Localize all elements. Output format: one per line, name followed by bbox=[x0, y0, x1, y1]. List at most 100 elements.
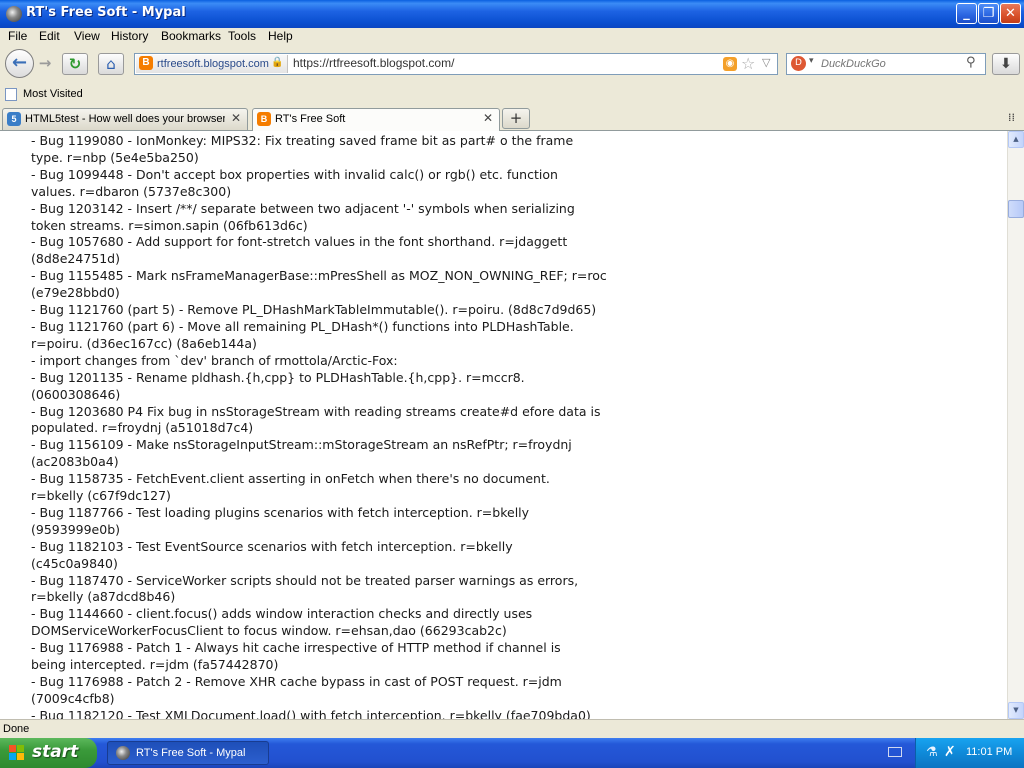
changelog-line: - Bug 1203680 P4 Fix bug in nsStorageStr… bbox=[31, 403, 601, 419]
url-bar[interactable]: Brtfreesoft.blogspot.com 🔒 https://rtfre… bbox=[134, 53, 778, 75]
close-button[interactable]: ✕ bbox=[1000, 3, 1021, 24]
changelog-line: - Bug 1158735 - FetchEvent.client assert… bbox=[31, 471, 550, 487]
changelog-line: being intercepted. r=jdm (fa57442870) bbox=[31, 657, 279, 673]
changelog-line: - Bug 1176988 - Patch 1 - Always hit cac… bbox=[31, 640, 561, 656]
changelog-line: - Bug 1121760 (part 5) - Remove PL_DHash… bbox=[31, 302, 597, 318]
close-tab-icon[interactable]: ✕ bbox=[483, 111, 493, 125]
tab-strip: 5 HTML5test - How well does your browser… bbox=[0, 106, 1024, 131]
changelog-line: (ac2083b0a4) bbox=[31, 454, 119, 470]
changelog-line: values. r=dbaron (5737e8c300) bbox=[31, 183, 232, 199]
changelog-line: populated. r=froydnj (a51018d7c4) bbox=[31, 420, 254, 436]
changelog-line: - Bug 1187470 - ServiceWorker scripts sh… bbox=[31, 572, 579, 588]
html5-icon: 5 bbox=[7, 112, 21, 126]
bookmark-star-icon[interactable]: ☆ bbox=[741, 54, 755, 73]
menu-edit[interactable]: Edit bbox=[39, 29, 60, 43]
search-go-icon[interactable]: ⚲ bbox=[966, 55, 976, 70]
changelog-line: token streams. r=simon.sapin (06fb613d6c… bbox=[31, 217, 308, 233]
system-tray: ⚗ ✗ 11:01 PM bbox=[915, 738, 1024, 768]
back-button[interactable]: ← bbox=[5, 49, 34, 78]
lock-icon: 🔒 bbox=[271, 57, 284, 68]
menu-file[interactable]: File bbox=[8, 29, 27, 43]
changelog-line: - Bug 1187766 - Test loading plugins sce… bbox=[31, 504, 530, 520]
changelog-line: - Bug 1199080 - IonMonkey: MIPS32: Fix t… bbox=[31, 133, 574, 148]
changelog-line: type. r=nbp (5e4e5ba250) bbox=[31, 149, 199, 165]
tab-label: RT's Free Soft bbox=[275, 113, 346, 125]
bookmarks-toolbar: Most Visited bbox=[0, 84, 1024, 107]
bookmark-most-visited[interactable]: Most Visited bbox=[23, 88, 83, 100]
tab-rts-free-soft[interactable]: B RT's Free Soft ✕ bbox=[252, 108, 500, 131]
changelog-line: - Bug 1182120 - Test XMLDocument.load() … bbox=[31, 707, 591, 719]
search-engine-dropdown-icon[interactable]: ▾ bbox=[809, 56, 814, 66]
home-button[interactable]: ⌂ bbox=[98, 53, 124, 75]
site-identity-label: rtfreesoft.blogspot.com bbox=[157, 58, 269, 70]
new-tab-button[interactable]: + bbox=[502, 108, 530, 129]
changelog-line: (c45c0a9840) bbox=[31, 555, 118, 571]
changelog-line: - Bug 1155485 - Mark nsFrameManagerBase:… bbox=[31, 268, 607, 284]
tab-html5test[interactable]: 5 HTML5test - How well does your browser… bbox=[2, 108, 248, 130]
changelog-line: - Bug 1182103 - Test EventSource scenari… bbox=[31, 538, 513, 554]
site-identity-button[interactable]: Brtfreesoft.blogspot.com bbox=[136, 55, 288, 73]
downloads-button[interactable]: ⬇ bbox=[992, 53, 1020, 75]
changelog-line: (0600308646) bbox=[31, 386, 121, 402]
title-bar: RT's Free Soft - Mypal _ ❐ ✕ bbox=[0, 0, 1024, 28]
keyboard-icon[interactable] bbox=[888, 747, 902, 757]
changelog-line: - Bug 1099448 - Don't accept box propert… bbox=[31, 166, 558, 182]
security-icon[interactable]: ✗ bbox=[944, 745, 958, 760]
navigation-toolbar: ← → ↻ ⌂ Brtfreesoft.blogspot.com 🔒 https… bbox=[0, 46, 1024, 84]
changelog-line: (9593999e0b) bbox=[31, 521, 121, 537]
clock: 11:01 PM bbox=[966, 746, 1013, 758]
changelog-line: (e79e28bbd0) bbox=[31, 285, 120, 301]
changelog-line: r=bkelly (a87dcd8b46) bbox=[31, 589, 176, 605]
window-title: RT's Free Soft - Mypal bbox=[26, 5, 186, 20]
bookmark-folder-icon bbox=[5, 88, 17, 101]
forward-button[interactable]: → bbox=[34, 53, 56, 75]
menu-view[interactable]: View bbox=[74, 29, 100, 43]
changelog-line: DOMServiceWorkerFocusClient to focus win… bbox=[31, 623, 507, 639]
menu-bookmarks[interactable]: Bookmarks bbox=[161, 29, 221, 43]
changelog-line: - import changes from `dev' branch of rm… bbox=[31, 352, 398, 368]
close-tab-icon[interactable]: ✕ bbox=[231, 111, 241, 125]
tab-list-icon[interactable]: ⁞⁞ bbox=[1008, 111, 1015, 124]
mypal-icon bbox=[6, 6, 22, 22]
network-icon[interactable]: ⚗ bbox=[926, 746, 940, 760]
changelog-line: - Bug 1156109 - Make nsStorageInputStrea… bbox=[31, 437, 572, 453]
taskbar-item-label: RT's Free Soft - Mypal bbox=[136, 747, 246, 759]
taskbar-item-mypal[interactable]: RT's Free Soft - Mypal bbox=[107, 741, 269, 765]
menu-tools[interactable]: Tools bbox=[228, 29, 256, 43]
vertical-scrollbar[interactable]: ▲ ▼ bbox=[1007, 131, 1024, 719]
taskbar: start RT's Free Soft - Mypal ⚗ ✗ 11:01 P… bbox=[0, 738, 1024, 768]
search-bar[interactable]: D ▾ ⚲ bbox=[786, 53, 986, 75]
status-text: Done bbox=[3, 723, 30, 735]
rss-feed-icon[interactable]: ◉ bbox=[723, 57, 737, 71]
changelog-line: - Bug 1176988 - Patch 2 - Remove XHR cac… bbox=[31, 674, 562, 689]
maximize-button[interactable]: ❐ bbox=[978, 3, 999, 24]
status-bar: Done bbox=[0, 719, 1024, 739]
menu-history[interactable]: History bbox=[111, 29, 148, 43]
start-label: start bbox=[32, 742, 79, 762]
menu-bar: File Edit View History Bookmarks Tools H… bbox=[0, 28, 1024, 46]
duckduckgo-icon[interactable]: D bbox=[791, 56, 806, 71]
changelog-line: (8d8e24751d) bbox=[31, 251, 120, 267]
url-input[interactable]: https://rtfreesoft.blogspot.com/ bbox=[293, 56, 454, 70]
menu-help[interactable]: Help bbox=[268, 29, 293, 43]
changelog-line: - Bug 1144660 - client.focus() adds wind… bbox=[31, 606, 533, 622]
blogger-icon: B bbox=[257, 112, 271, 126]
url-history-dropdown-icon[interactable]: ▽ bbox=[762, 56, 770, 69]
page-content: - Bug 1199080 - IonMonkey: MIPS32: Fix t… bbox=[0, 131, 1007, 719]
blogger-icon: B bbox=[139, 56, 153, 71]
scroll-down-arrow-icon[interactable]: ▼ bbox=[1008, 702, 1024, 719]
start-button[interactable]: start bbox=[0, 738, 97, 768]
minimize-button[interactable]: _ bbox=[956, 3, 977, 24]
scroll-thumb[interactable] bbox=[1008, 200, 1024, 218]
search-input[interactable] bbox=[821, 55, 961, 72]
changelog-line: r=poiru. (d36ec167cc) (8a6eb144a) bbox=[31, 335, 257, 351]
tab-label: HTML5test - How well does your browser..… bbox=[25, 113, 225, 125]
changelog-line: - Bug 1201135 - Rename pldhash.{h,cpp} t… bbox=[31, 369, 525, 385]
changelog-line: r=bkelly (c67f9dc127) bbox=[31, 488, 171, 504]
changelog-line: - Bug 1057680 - Add support for font-str… bbox=[31, 234, 568, 250]
changelog-line: (7009c4cfb8) bbox=[31, 690, 115, 706]
changelog-line: - Bug 1121760 (part 6) - Move all remain… bbox=[31, 318, 574, 334]
reload-button[interactable]: ↻ bbox=[62, 53, 88, 75]
scroll-up-arrow-icon[interactable]: ▲ bbox=[1008, 131, 1024, 148]
browser-window: RT's Free Soft - Mypal _ ❐ ✕ File Edit V… bbox=[0, 0, 1024, 739]
